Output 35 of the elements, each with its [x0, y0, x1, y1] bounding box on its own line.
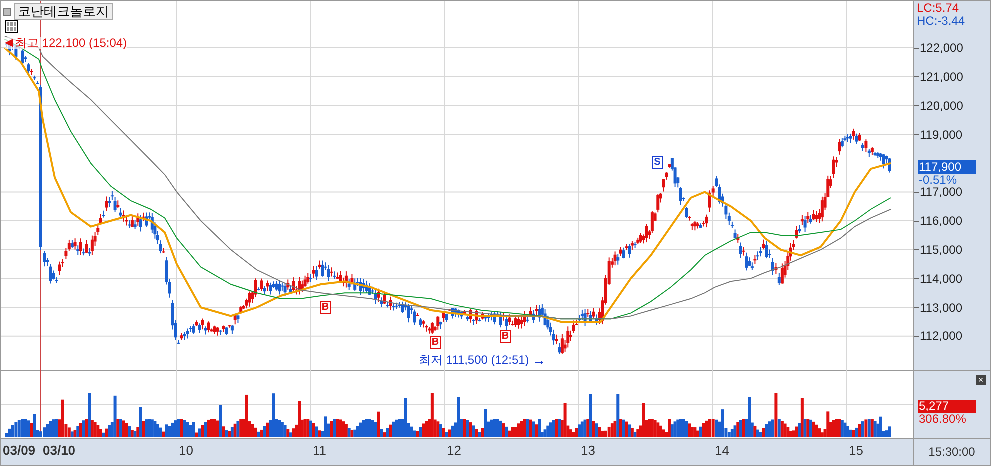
price-change-label: -0.51% [918, 174, 958, 188]
volume-ratio-label: 306.80% [918, 413, 968, 426]
date-axis-label: 11 [313, 443, 326, 458]
volume-value-label: 5,277 [918, 400, 976, 413]
date-axis-label: 10 [179, 443, 194, 458]
price-axis-label: 113,000 [920, 300, 962, 315]
low-price-label: 최저 111,500 (12:51) [419, 354, 530, 366]
high-price-label: 최고 122,100 (15:04) [15, 37, 128, 50]
date-axis-label: 12 [447, 443, 462, 458]
price-axis-label: 115,000 [920, 242, 962, 257]
buy-signal-marker: B [320, 301, 331, 314]
arrow-left-icon: ◀ [5, 38, 13, 49]
sell-signal-marker: S [652, 156, 663, 169]
date-axis-label: 03/09 [3, 443, 36, 458]
buy-signal-marker: B [500, 330, 511, 343]
indicator-label: LC:5.74 [917, 2, 960, 15]
price-axis-label: 117,000 [920, 185, 962, 200]
close-button[interactable]: × [976, 375, 986, 385]
price-axis-label: 120,000 [920, 98, 964, 113]
stock-name-button[interactable]: 코난테크놀로지 [14, 3, 113, 20]
buy-signal-marker: B [430, 336, 441, 349]
price-axis-label: 116,000 [920, 214, 962, 228]
date-axis-label: 03/10 [43, 443, 76, 458]
indicator-label: HC:-3.44 [917, 15, 966, 28]
price-axis-label: 122,000 [920, 41, 964, 55]
price-axis-label: 112,000 [920, 329, 962, 344]
price-axis-label: 119,000 [920, 128, 962, 142]
price-axis-label: 121,000 [920, 70, 964, 84]
price-axis-label: 114,000 [920, 272, 962, 286]
date-axis-label: 15 [849, 443, 864, 458]
date-axis-label: 14 [715, 443, 730, 458]
date-axis-label: 13 [581, 443, 596, 458]
current-price-label: 117,900 [918, 160, 976, 174]
arrow-right-icon: → [532, 352, 546, 367]
time-label: 15:30:00 [928, 444, 976, 461]
